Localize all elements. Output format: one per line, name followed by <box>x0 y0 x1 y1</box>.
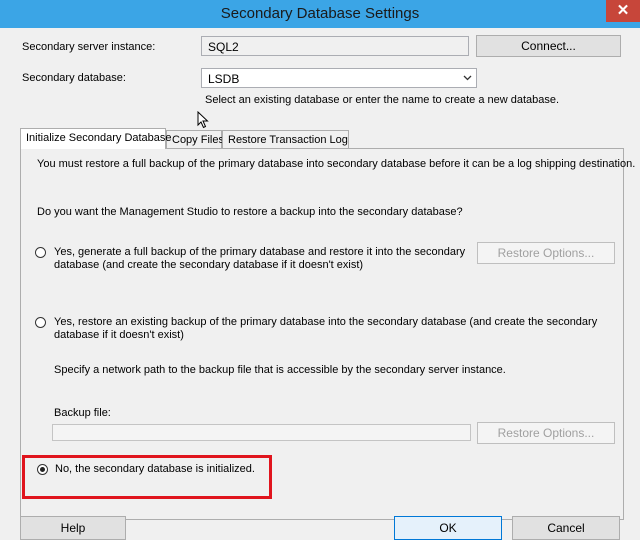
option-generate-backup-label[interactable]: Yes, generate a full backup of the prima… <box>54 246 465 272</box>
tab-copy-files[interactable]: Copy Files <box>166 130 224 148</box>
secondary-database-combobox[interactable]: LSDB <box>201 68 477 88</box>
tab-restore-transaction-log[interactable]: Restore Transaction Log <box>222 130 349 148</box>
title-bar: Secondary Database Settings ✕ <box>0 0 640 28</box>
mouse-cursor-icon <box>197 111 209 129</box>
option-generate-backup-line1: Yes, generate a full backup of the prima… <box>54 246 466 258</box>
connect-button[interactable]: Connect... <box>476 35 621 57</box>
restore-options-button-1[interactable]: Restore Options... <box>477 242 615 264</box>
ok-button[interactable]: OK <box>394 516 502 540</box>
close-button[interactable]: ✕ <box>606 0 640 22</box>
server-instance-field[interactable]: SQL2 <box>201 36 469 56</box>
option-generate-backup-line2: database (and create the secondary datab… <box>54 259 364 271</box>
secondary-database-value: LSDB <box>208 72 240 86</box>
database-hint: Select an existing database or enter the… <box>205 94 560 106</box>
option-restore-existing-label[interactable]: Yes, restore an existing backup of the p… <box>54 316 597 342</box>
option-restore-existing-radio[interactable] <box>35 317 46 328</box>
question-text: Do you want the Management Studio to res… <box>37 206 463 218</box>
chevron-down-icon[interactable] <box>463 75 472 81</box>
backup-file-label: Backup file: <box>54 407 111 419</box>
window-title: Secondary Database Settings <box>220 5 420 22</box>
cancel-button[interactable]: Cancel <box>512 516 620 540</box>
intro-text: You must restore a full backup of the pr… <box>37 158 636 170</box>
tab-initialize-secondary-database[interactable]: Initialize Secondary Database <box>20 128 172 149</box>
option-generate-backup-radio[interactable] <box>35 247 46 258</box>
option-restore-existing-line2: database if it doesn't exist) <box>54 329 184 341</box>
server-instance-label: Secondary server instance: <box>22 41 156 53</box>
close-icon: ✕ <box>616 2 630 19</box>
secondary-database-label: Secondary database: <box>22 72 126 84</box>
highlight-box <box>22 455 272 499</box>
restore-options-button-2[interactable]: Restore Options... <box>477 422 615 444</box>
backup-file-input[interactable] <box>52 424 471 441</box>
help-button[interactable]: Help <box>20 516 126 540</box>
option-restore-existing-line1: Yes, restore an existing backup of the p… <box>54 316 598 328</box>
network-path-hint: Specify a network path to the backup fil… <box>54 364 506 376</box>
